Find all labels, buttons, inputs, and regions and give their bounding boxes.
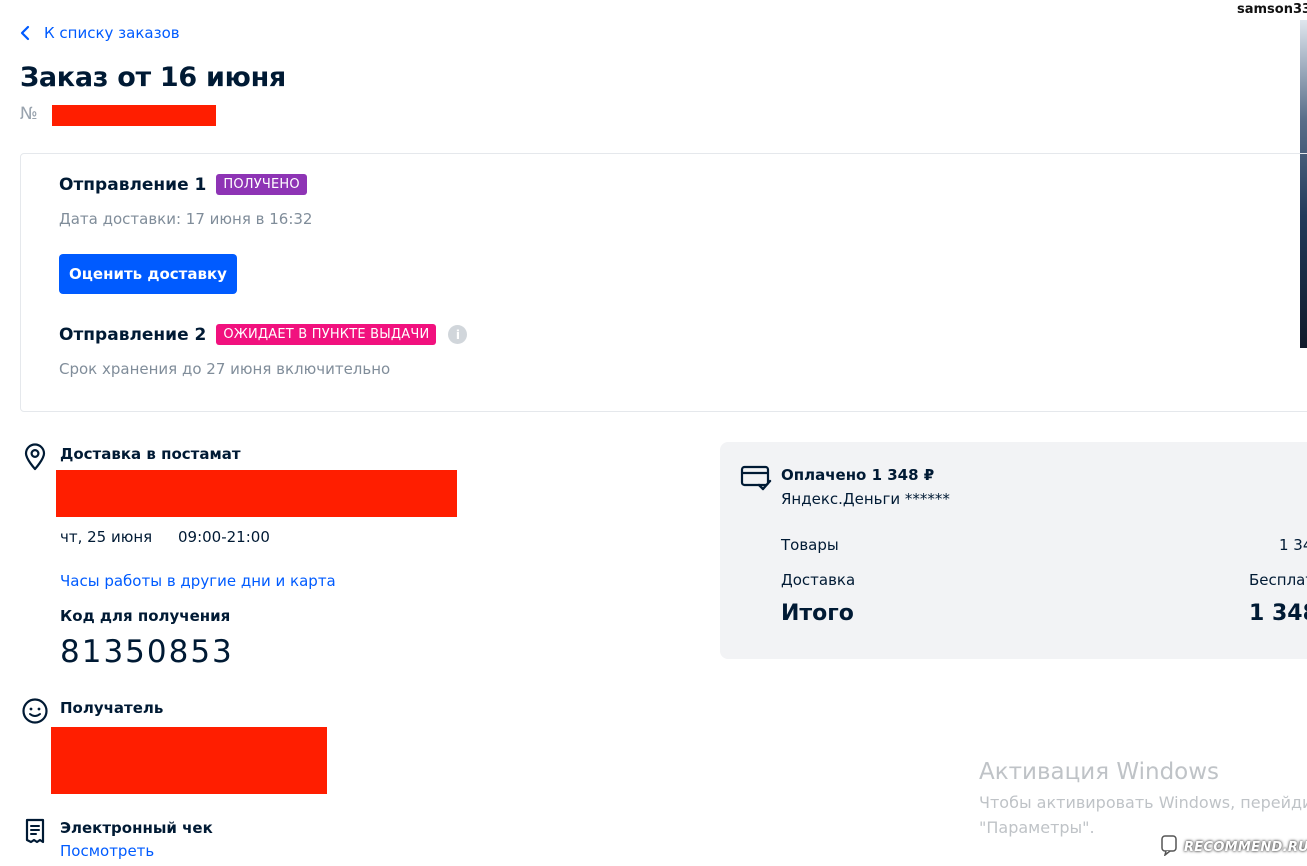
shipment-1-title: Отправление 1 <box>59 174 207 195</box>
rate-delivery-button[interactable]: Оценить доставку <box>59 254 237 294</box>
items-value: 1 34 <box>1279 536 1307 554</box>
back-link-label: К списку заказов <box>44 24 180 42</box>
payment-summary-card: Оплачено 1 348 ₽ Яндекс.Деньги ****** То… <box>720 442 1307 659</box>
windows-activation-line1: Чтобы активировать Windows, перейди <box>979 793 1307 812</box>
delivery-hours: 09:00-21:00 <box>178 528 270 546</box>
shipment-2-title: Отправление 2 <box>59 324 207 345</box>
shipment-1: Отправление 1 ПОЛУЧЕНО <box>59 174 307 195</box>
working-hours-map-link[interactable]: Часы работы в другие дни и карта <box>60 572 336 590</box>
delivery-cost-label: Доставка <box>781 571 856 589</box>
delivery-address-redacted <box>56 470 457 517</box>
watermark-text: RECOMMEND.RU <box>1184 839 1307 855</box>
username-label: samson33 <box>1237 2 1307 17</box>
windows-activation-line2: "Параметры". <box>979 818 1095 837</box>
smiley-icon <box>21 697 49 729</box>
shipments-card: Отправление 1 ПОЛУЧЕНО Дата доставки: 17… <box>20 153 1307 412</box>
card-check-icon <box>740 464 772 496</box>
recipient-details-redacted <box>51 727 327 794</box>
watermark-logo-icon <box>1160 834 1180 860</box>
pickup-code-label: Код для получения <box>60 607 231 625</box>
windows-activation-title: Активация Windows <box>979 759 1220 785</box>
receipt-icon <box>23 818 47 848</box>
delivery-title: Доставка в постамат <box>60 445 241 463</box>
total-label: Итого <box>781 601 854 626</box>
back-to-orders-link[interactable]: К списку заказов <box>20 24 180 42</box>
delivery-date: чт, 25 июня <box>60 528 153 546</box>
recommend-watermark: RECOMMEND.RU <box>1160 834 1307 860</box>
receipt-title: Электронный чек <box>60 819 213 837</box>
page-title: Заказ от 16 июня <box>20 62 286 93</box>
status-badge-awaiting: ОЖИДАЕТ В ПУНКТЕ ВЫДАЧИ <box>216 324 437 345</box>
shipment-2: Отправление 2 ОЖИДАЕТ В ПУНКТЕ ВЫДАЧИ i <box>59 324 468 345</box>
delivery-cost-value: Бесплат <box>1249 571 1307 589</box>
items-label: Товары <box>781 536 839 554</box>
recipient-title: Получатель <box>60 699 164 717</box>
order-number-prefix: № <box>20 104 38 124</box>
pickup-code: 81350853 <box>60 634 234 670</box>
payment-paid-amount: Оплачено 1 348 ₽ <box>781 466 935 484</box>
shipment-2-storage-term: Срок хранения до 27 июня включительно <box>59 360 391 378</box>
status-badge-received: ПОЛУЧЕНО <box>216 174 307 195</box>
info-icon[interactable]: i <box>448 325 468 344</box>
payment-method: Яндекс.Деньги ****** <box>781 490 950 508</box>
total-value: 1 348 <box>1249 601 1307 626</box>
chevron-left-icon <box>20 25 30 41</box>
shipment-1-delivery-date: Дата доставки: 17 июня в 16:32 <box>59 210 313 228</box>
order-number-redacted <box>52 105 216 126</box>
view-receipt-link[interactable]: Посмотреть <box>60 842 154 860</box>
location-pin-icon <box>23 443 47 475</box>
